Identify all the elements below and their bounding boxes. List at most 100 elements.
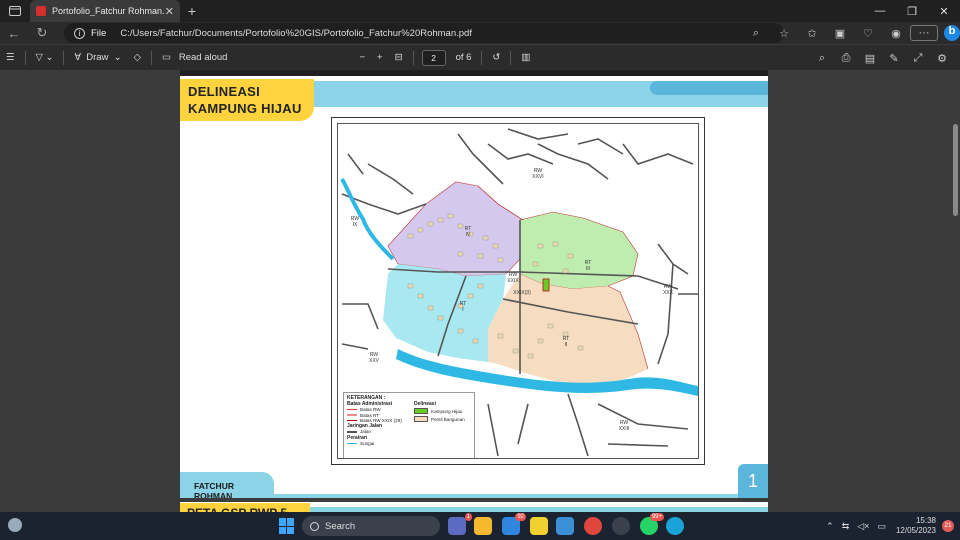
rotate-icon[interactable]: ↺ [486, 52, 506, 63]
zoom-in-button[interactable]: + [371, 52, 389, 63]
favorites-icon[interactable]: ✩ [798, 27, 826, 40]
teams-icon[interactable]: 1 [448, 513, 472, 535]
search-pdf-icon[interactable]: ⌕ [810, 52, 834, 65]
label-kampung: XXIX(3) [513, 290, 531, 296]
page-number: 1 [738, 464, 768, 498]
whatsapp-icon[interactable]: 99+ [640, 513, 664, 535]
label-rt-i-num: I [462, 307, 463, 313]
file-label: File [91, 27, 107, 39]
search-icon [310, 521, 319, 531]
label-rw-ix-num: IX [353, 222, 358, 228]
next-page-title: PETA GSP RWP 5 [180, 503, 310, 512]
maximize-icon[interactable]: ❐ [896, 0, 928, 22]
clock-time: 15:38 [915, 516, 936, 525]
mail-badge: 92 [515, 513, 526, 521]
more-menu-button[interactable]: ··· [910, 25, 938, 41]
vertical-scrollbar[interactable] [953, 124, 958, 216]
weather-icon[interactable] [8, 518, 22, 532]
close-window-icon[interactable]: ✕ [928, 0, 960, 22]
volume-icon[interactable]: ◁× [853, 521, 873, 532]
url-field[interactable]: i File C:/Users/Fatchur/Documents/Portof… [64, 23, 784, 43]
fullscreen-icon[interactable]: ⤢ [906, 52, 930, 65]
close-tab-icon[interactable]: ✕ [165, 5, 174, 18]
author-label: FATCHUR ROHMAN [180, 472, 274, 498]
bing-icon[interactable]: b [944, 25, 960, 41]
tab-title: Portofolio_Fatchur Rohman.pdf [52, 6, 165, 16]
account-icon[interactable]: ◉ [882, 27, 910, 40]
label-rw-xxv-num: XXV [369, 358, 380, 364]
mail-icon[interactable]: 92 [502, 513, 526, 535]
info-icon[interactable]: i [74, 27, 85, 39]
title-bar: Portofolio_Fatchur Rohman.pdf ✕ + — ❐ ✕ [0, 0, 960, 22]
teams-badge: 1 [464, 513, 472, 521]
zone-rt-ii [488, 274, 648, 386]
label-rw-xxx-num: XXX [663, 290, 674, 296]
zone-rt-i [383, 264, 506, 362]
app-icon[interactable] [612, 517, 630, 535]
page-view-icon[interactable]: ▥ [515, 52, 536, 63]
legend-batas-rt: Batas RT [360, 412, 380, 418]
draw-button[interactable]: ∀ Draw ⌄ [68, 52, 127, 63]
highlight-icon[interactable]: ▽ ⌄ [30, 52, 60, 63]
battery-icon[interactable]: ▭ [873, 521, 890, 532]
pdf-toolbar: ☰ ▽ ⌄ ∀ Draw ⌄ ◇ ▭ Read aloud − + ⊟ 2 of… [0, 44, 960, 70]
page-number-input[interactable]: 2 [421, 49, 446, 66]
eraser-icon[interactable]: ◇ [128, 52, 147, 63]
save-as-icon[interactable]: ✎ [882, 52, 906, 65]
taskbar-search[interactable]: Search [302, 516, 440, 536]
zoom-icon[interactable]: ⌕ [742, 27, 770, 40]
whatsapp-badge: 99+ [649, 513, 664, 521]
start-button[interactable] [279, 518, 295, 534]
taskbar: Search 1 92 99+ ⌃ ⇆ ◁× ▭ 15:38 12/05/202… [0, 512, 960, 540]
label-rt-iv-num: IV [466, 232, 471, 238]
legend-jalan: Jalan [360, 429, 371, 435]
sticky-notes-icon[interactable] [530, 517, 548, 535]
browser-tab[interactable]: Portofolio_Fatchur Rohman.pdf ✕ [30, 0, 180, 22]
read-aloud-icon: ▭ [161, 52, 179, 63]
read-aloud-label: Read aloud [178, 52, 228, 63]
label-rw-xxvi-num: XXVI [532, 174, 543, 180]
zoom-out-button[interactable]: − [353, 52, 371, 63]
back-icon[interactable]: ← [0, 26, 28, 41]
clock[interactable]: 15:38 12/05/2023 [890, 516, 942, 536]
read-aloud-button[interactable]: ▭ Read aloud [156, 52, 234, 63]
network-icon[interactable]: ⇆ [838, 521, 854, 532]
app-l-icon[interactable] [556, 517, 574, 535]
favorite-add-icon[interactable]: ☆ [770, 27, 798, 40]
fit-page-icon[interactable]: ⊟ [389, 52, 409, 63]
next-pdf-page: PETA GSP RWP 5 [180, 502, 768, 512]
refresh-icon[interactable]: ↻ [28, 25, 56, 41]
chrome-icon[interactable] [584, 517, 602, 535]
chevron-up-icon[interactable]: ⌃ [822, 521, 838, 532]
contents-icon[interactable]: ☰ [0, 52, 21, 63]
print-icon[interactable]: ⎙ [834, 52, 858, 65]
title-line-1: DELINEASI [188, 84, 261, 99]
extensions-icon[interactable]: ♡ [854, 27, 882, 40]
settings-icon[interactable]: ⚙ [930, 52, 954, 65]
kampung-hijau-area [542, 278, 550, 292]
draw-label: Draw [86, 52, 109, 63]
pdf-page: DELINEASI KAMPUNG HIJAU RW XXVI RW IX RT… [180, 70, 768, 498]
file-explorer-icon[interactable] [474, 517, 492, 535]
minimize-icon[interactable]: — [864, 0, 896, 22]
label-rw-xxix-num: XXIX [507, 278, 519, 284]
save-icon[interactable]: ▤ [858, 52, 882, 65]
label-rw-xxiii-num: XXIII [619, 426, 630, 432]
map: RW XXVI RW IX RT IV RT III RW XXIX XXIX(… [337, 123, 699, 459]
new-tab-button[interactable]: + [180, 3, 204, 19]
url-text: C:/Users/Fatchur/Documents/Portofolio%20… [120, 27, 472, 39]
page-title: DELINEASI KAMPUNG HIJAU [180, 79, 314, 121]
collections-icon[interactable]: ▣ [826, 27, 854, 40]
edge-icon[interactable] [666, 517, 684, 535]
label-rt-ii-num: II [565, 342, 568, 348]
address-bar: ← ↻ i File C:/Users/Fatchur/Documents/Po… [0, 22, 960, 44]
window-menu-icon[interactable] [0, 0, 30, 22]
map-legend: KETERANGAN : Batas Administrasi Batas RW… [343, 392, 475, 458]
notification-badge[interactable]: 21 [942, 520, 954, 532]
draw-icon: ∀ [74, 52, 87, 63]
page-total: of 6 [455, 52, 472, 63]
pdf-icon [36, 6, 46, 16]
legend-batas-rw: Batas RW [360, 407, 381, 413]
pdf-viewer[interactable]: DELINEASI KAMPUNG HIJAU RW XXVI RW IX RT… [0, 70, 960, 512]
map-frame: RW XXVI RW IX RT IV RT III RW XXIX XXIX(… [331, 117, 705, 465]
